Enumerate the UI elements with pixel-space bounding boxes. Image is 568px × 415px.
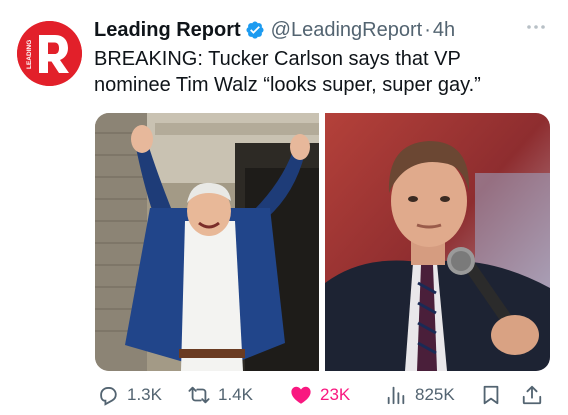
verified-badge-icon xyxy=(245,20,265,40)
views-chart-icon xyxy=(387,386,405,405)
heart-icon xyxy=(291,386,311,404)
reply-icon xyxy=(100,387,117,406)
share-button[interactable] xyxy=(521,382,543,408)
bookmark-button[interactable] xyxy=(480,382,502,408)
reply-count: 1.3K xyxy=(127,385,162,404)
bookmark-icon xyxy=(483,385,499,405)
post-time[interactable]: 4h xyxy=(433,19,455,42)
views-button[interactable]: 825K xyxy=(385,382,455,408)
repost-count: 1.4K xyxy=(218,385,253,404)
post-text-line: BREAKING: Tucker Carlson says that VP xyxy=(94,48,461,70)
reply-button[interactable]: 1.3K xyxy=(97,382,162,408)
like-count: 23K xyxy=(320,385,351,404)
post-text-line: nominee Tim Walz “looks super, super gay… xyxy=(94,74,481,96)
like-button[interactable]: 23K xyxy=(290,382,350,408)
share-icon xyxy=(522,385,542,405)
svg-text:LEADING: LEADING xyxy=(26,40,33,69)
repost-button[interactable]: 1.4K xyxy=(188,382,253,408)
separator-dot: · xyxy=(424,18,431,41)
more-dots-icon[interactable] xyxy=(524,20,548,34)
repost-icon xyxy=(188,386,210,404)
view-count: 825K xyxy=(415,385,455,404)
post-image-left[interactable] xyxy=(95,113,319,371)
post-header: Leading Report @LeadingReport · 4h xyxy=(94,14,455,46)
author-name[interactable]: Leading Report xyxy=(94,19,241,42)
action-bar: 1.3K 1.4K 23K 825K xyxy=(0,378,568,412)
author-handle[interactable]: @LeadingReport xyxy=(271,19,423,42)
post-text: BREAKING: Tucker Carlson says that VP no… xyxy=(94,46,554,98)
post-image-right[interactable] xyxy=(325,113,550,371)
avatar[interactable]: LEADING xyxy=(17,21,82,86)
leading-report-logo: LEADING xyxy=(17,21,82,86)
